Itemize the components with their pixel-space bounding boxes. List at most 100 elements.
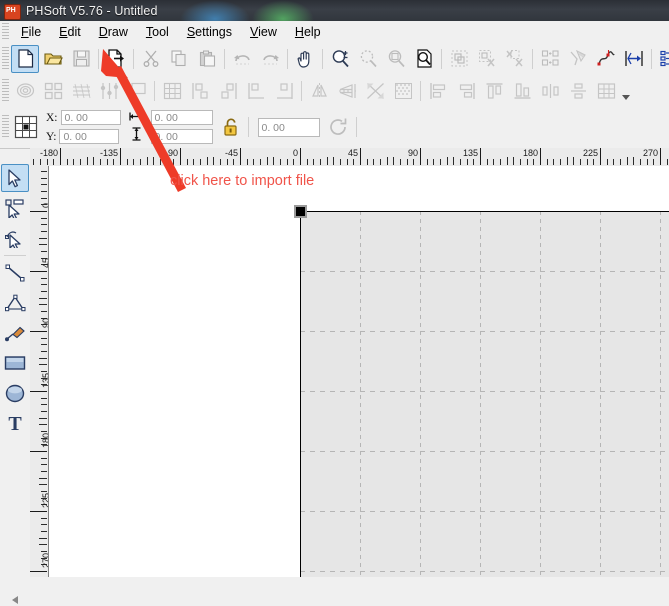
ruler-minor-tick <box>366 159 368 165</box>
concentric-button[interactable] <box>11 77 39 105</box>
cut-button[interactable] <box>137 45 165 73</box>
ungroup-all-button[interactable] <box>501 45 529 73</box>
menu-draw-label: raw <box>107 24 128 39</box>
menu-edit[interactable]: Edit <box>50 23 90 41</box>
drawing-canvas[interactable] <box>49 166 669 577</box>
measure-tag-button[interactable] <box>123 77 151 105</box>
toolbar-separator <box>651 48 652 69</box>
vertical-ruler[interactable]: 04590135180225270 <box>30 166 49 577</box>
checker-fill-button[interactable] <box>389 77 417 105</box>
x-input[interactable]: 0. 00 <box>60 110 121 125</box>
coordinate-toolbar-grip[interactable] <box>2 115 9 139</box>
zoom-in-out-button[interactable] <box>326 45 354 73</box>
new-file-button[interactable] <box>11 44 39 73</box>
align-left-button[interactable] <box>424 77 452 105</box>
ruler-minor-tick <box>66 159 68 165</box>
height-input[interactable]: 0. 00 <box>150 129 213 144</box>
ruler-minor-tick <box>293 159 295 165</box>
rotate-arrow-icon[interactable] <box>328 117 348 137</box>
ruler-minor-tick <box>233 159 235 165</box>
ruler-label: -135 <box>99 148 118 158</box>
horizontal-ruler[interactable]: -180 -135 -90 -45 0 45 90 135 180 225 270 <box>30 148 669 167</box>
grid-layout-button[interactable] <box>158 77 186 105</box>
worksheet-area[interactable] <box>300 211 669 577</box>
break-apart-button[interactable] <box>564 45 592 73</box>
ellipse-tool[interactable] <box>1 379 29 407</box>
rectangle-tool[interactable] <box>1 349 29 377</box>
menubar-grip[interactable] <box>2 23 9 40</box>
center-horizontal-button[interactable] <box>536 77 564 105</box>
ruler-minor-tick <box>41 371 47 372</box>
ruler-minor-tick <box>386 157 388 165</box>
arrange-toolbar-grip[interactable] <box>2 78 9 103</box>
zoom-page-button[interactable] <box>410 45 438 73</box>
hatch-fill-button[interactable] <box>67 77 95 105</box>
line-tool[interactable] <box>1 259 29 287</box>
align-top-left-button[interactable] <box>186 77 214 105</box>
save-file-button[interactable] <box>67 45 95 73</box>
origin-handle[interactable] <box>294 205 307 218</box>
polyline-tool[interactable] <box>1 289 29 317</box>
mirror-vertical-button[interactable] <box>333 77 361 105</box>
ruler-minor-tick <box>53 159 55 165</box>
anchor-grid-icon[interactable] <box>14 115 38 139</box>
select-tool[interactable] <box>1 164 29 192</box>
ungroup-objects-button[interactable] <box>473 45 501 73</box>
open-file-button[interactable] <box>39 45 67 73</box>
menu-settings[interactable]: Settings <box>178 23 241 41</box>
zoom-object-button[interactable] <box>382 45 410 73</box>
main-toolbar-grip[interactable] <box>2 46 9 71</box>
ruler-minor-tick <box>493 159 495 165</box>
y-input[interactable]: 0. 00 <box>59 129 120 144</box>
ruler-minor-tick <box>41 431 47 432</box>
align-bottom-button[interactable] <box>508 77 536 105</box>
tool-palette: T <box>0 162 31 604</box>
toolbar-overflow-button[interactable] <box>620 77 631 104</box>
annotation-text: click here to import file <box>170 173 315 189</box>
ruler-minor-tick <box>206 157 208 165</box>
align-top-right-button[interactable] <box>214 77 242 105</box>
palette-collapse-button[interactable] <box>0 594 30 606</box>
copy-button[interactable] <box>165 45 193 73</box>
pan-hand-button[interactable] <box>291 45 319 73</box>
undo-button[interactable] <box>228 45 256 73</box>
menu-view[interactable]: View <box>241 23 286 41</box>
titlebar-glow-green <box>252 0 314 21</box>
lock-aspect-toggle[interactable] <box>223 117 240 137</box>
redo-button[interactable] <box>256 45 284 73</box>
ruler-major-tick <box>120 148 121 165</box>
menu-file[interactable]: File <box>12 23 50 41</box>
import-file-button[interactable] <box>102 45 130 73</box>
distribute-grid-button[interactable] <box>592 77 620 105</box>
mirror-horizontal-button[interactable] <box>305 77 333 105</box>
group-objects-button[interactable] <box>445 45 473 73</box>
align-top-button[interactable] <box>480 77 508 105</box>
combine-shapes-button[interactable] <box>536 45 564 73</box>
menu-draw[interactable]: Draw <box>90 23 137 41</box>
menu-tool[interactable]: Tool <box>137 23 178 41</box>
node-select-tool[interactable] <box>1 194 29 222</box>
pen-tool[interactable] <box>1 319 29 347</box>
node-tune-button[interactable] <box>95 77 123 105</box>
tile-array-button[interactable] <box>39 77 67 105</box>
curve-node-button[interactable] <box>592 45 620 73</box>
width-input[interactable]: 0. 00 <box>150 110 213 125</box>
center-vertical-button[interactable] <box>564 77 592 105</box>
ruler-major-tick <box>420 148 421 165</box>
node-edit-tool[interactable] <box>1 224 29 252</box>
text-tool[interactable]: T <box>1 409 29 437</box>
ruler-minor-tick <box>333 157 335 165</box>
zoom-selection-button[interactable] <box>354 45 382 73</box>
layer-list-button[interactable] <box>655 45 669 73</box>
align-bottom-right-button[interactable] <box>270 77 298 105</box>
paste-button[interactable] <box>193 45 221 73</box>
flip-diagonal-button[interactable] <box>361 77 389 105</box>
angle-input[interactable]: 0. 00 <box>257 117 320 137</box>
align-right-button[interactable] <box>452 77 480 105</box>
path-optimize-button[interactable] <box>620 45 648 73</box>
grid-line-vertical <box>420 211 421 577</box>
align-bottom-left-button[interactable] <box>242 77 270 105</box>
menu-help[interactable]: Help <box>286 23 330 41</box>
toolbar-separator <box>532 48 533 69</box>
ruler-minor-tick <box>653 159 655 165</box>
